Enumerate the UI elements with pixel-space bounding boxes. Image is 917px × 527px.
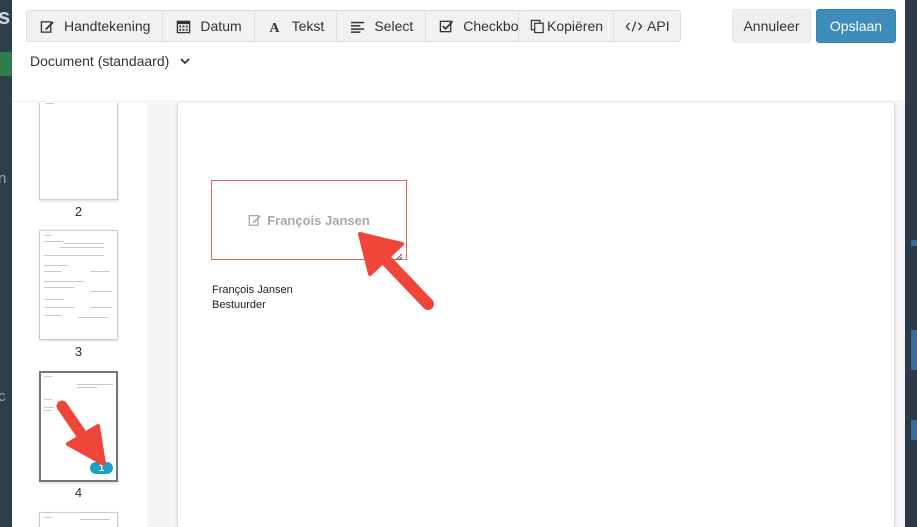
text-button-label: Tekst [291,18,325,34]
thumbnail-page-3[interactable] [39,230,118,340]
field-button-group: Handtekening Datum A Tekst Select Checkb… [26,10,539,42]
annotation-arrow-signature [358,232,434,310]
date-button[interactable]: Datum [163,10,255,42]
thumbnail-number: 2 [74,204,83,219]
api-button[interactable]: API [614,10,681,42]
save-button[interactable]: Opslaan [816,9,896,43]
edit-icon [39,18,55,34]
document-viewer: François Jansen François Jansen Bestuurd… [147,103,905,527]
document-editor-modal: Handtekening Datum A Tekst Select Checkb… [12,0,905,527]
svg-text:A: A [270,20,281,34]
code-icon [624,18,644,34]
thumbnail-page-5[interactable] [39,512,118,527]
signature-button-label: Handtekening [64,18,151,34]
thumbnail-number: 4 [74,485,83,500]
document-page: François Jansen François Jansen Bestuurd… [177,103,895,527]
api-button-label: API [647,18,670,34]
edit-icon [248,213,262,227]
chevron-down-icon [179,55,191,67]
thumbnail-page-2[interactable] [39,103,118,200]
text-icon: A [267,18,283,34]
document-select[interactable]: Document (standaard) [30,52,191,70]
copy-icon [529,18,545,34]
checkbox-icon [438,18,454,34]
copy-button-label: Kopiëren [547,18,604,34]
copy-button[interactable]: Kopiëren [518,10,615,42]
cancel-button[interactable]: Annuleer [732,9,811,43]
select-button-label: Select [374,18,414,34]
thumbnail-number: 3 [74,344,83,359]
select-button[interactable]: Select [337,10,427,42]
annotation-arrow-thumbnail [56,400,106,466]
checkbox-button-label: Checkbox [463,18,526,34]
signer-role: Bestuurder [212,299,266,311]
list-icon [349,18,365,34]
signer-name: François Jansen [212,284,293,296]
action-button-group: Kopiëren API [518,10,681,42]
calendar-icon [175,18,191,34]
backdrop-left: snc [0,0,12,527]
signature-button[interactable]: Handtekening [26,10,164,42]
text-button[interactable]: A Tekst [254,10,338,42]
document-select-value: Document (standaard) [30,53,170,69]
date-button-label: Datum [200,18,242,34]
backdrop-right [905,0,917,527]
toolbar: Handtekening Datum A Tekst Select Checkb… [12,0,905,102]
